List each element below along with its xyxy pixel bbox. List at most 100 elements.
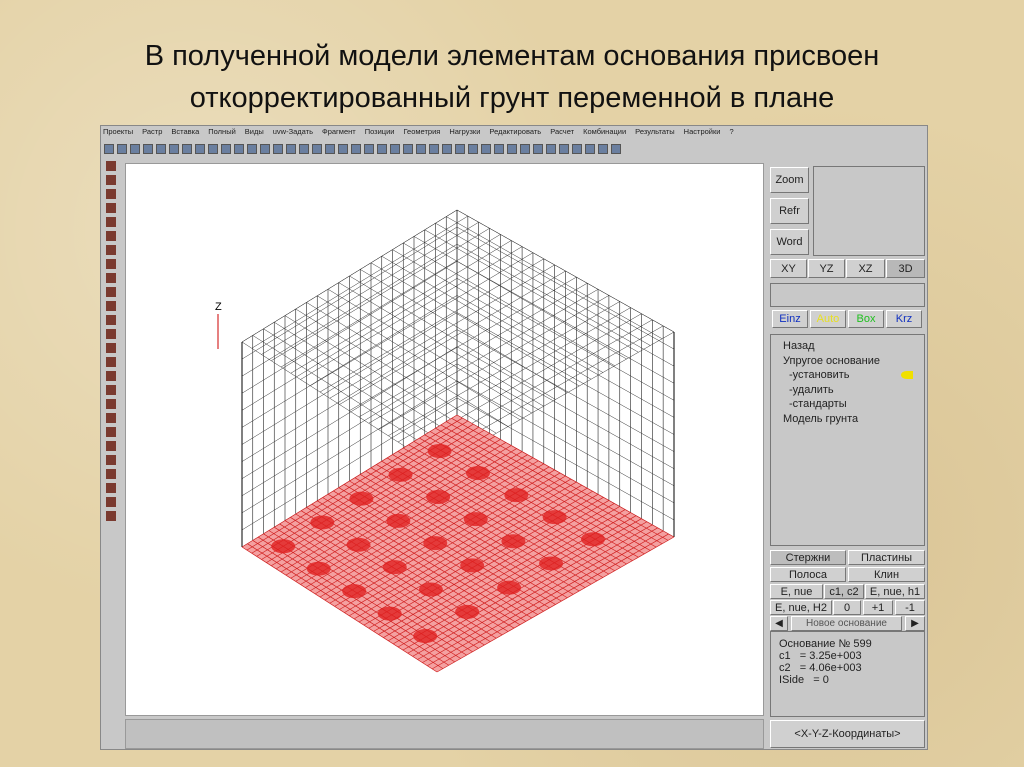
toolbar-icon[interactable] — [429, 144, 439, 154]
left-toolbar-icon[interactable] — [105, 357, 116, 367]
left-toolbar-icon[interactable] — [105, 343, 116, 353]
menu-item[interactable]: ? — [729, 127, 733, 139]
value-zero-field[interactable]: 0 — [833, 600, 861, 615]
left-toolbar-icon[interactable] — [105, 385, 116, 395]
left-toolbar-icon[interactable] — [105, 427, 116, 437]
view-yz-button[interactable]: YZ — [808, 259, 845, 278]
left-toolbar-icon[interactable] — [105, 329, 116, 339]
left-toolbar-icon[interactable] — [105, 287, 116, 297]
e-nue-h2-button[interactable]: E, nue, H2 — [770, 600, 832, 615]
zoom-button[interactable]: Zoom — [770, 167, 809, 193]
menu-item[interactable]: Вставка — [171, 127, 199, 139]
toolbar-icon[interactable] — [611, 144, 621, 154]
view-xy-button[interactable]: XY — [770, 259, 807, 278]
c1-c2-button[interactable]: c1, c2 — [824, 584, 864, 599]
left-toolbar-icon[interactable] — [105, 511, 116, 521]
toolbar-icon[interactable] — [455, 144, 465, 154]
toolbar-icon[interactable] — [247, 144, 257, 154]
toolbar-icon[interactable] — [325, 144, 335, 154]
toolbar-icon[interactable] — [338, 144, 348, 154]
view-3d-button[interactable]: 3D — [886, 259, 925, 278]
menu-install[interactable]: -установить — [783, 368, 913, 383]
model-canvas[interactable]: Z — [125, 163, 764, 716]
toolbar-icon[interactable] — [572, 144, 582, 154]
wedge-button[interactable]: Клин — [848, 567, 925, 582]
toolbar-icon[interactable] — [598, 144, 608, 154]
left-toolbar-icon[interactable] — [105, 483, 116, 493]
left-toolbar-icon[interactable] — [105, 469, 116, 479]
menu-item[interactable]: Фрагмент — [322, 127, 356, 139]
toolbar-icon[interactable] — [468, 144, 478, 154]
view-xz-button[interactable]: XZ — [846, 259, 885, 278]
menu-item[interactable]: Позиции — [365, 127, 395, 139]
toolbar-icon[interactable] — [559, 144, 569, 154]
toolbar-icon[interactable] — [585, 144, 595, 154]
left-toolbar-icon[interactable] — [105, 245, 116, 255]
plus-one-button[interactable]: +1 — [863, 600, 893, 615]
menu-item[interactable]: Расчет — [550, 127, 574, 139]
menu-elastic-base[interactable]: Упругое основание — [783, 354, 912, 369]
menu-item[interactable]: Виды — [245, 127, 264, 139]
left-toolbar-icon[interactable] — [105, 231, 116, 241]
toolbar-icon[interactable] — [312, 144, 322, 154]
left-toolbar-icon[interactable] — [105, 455, 116, 465]
toolbar-icon[interactable] — [520, 144, 530, 154]
toolbar-icon[interactable] — [416, 144, 426, 154]
toolbar-icon[interactable] — [390, 144, 400, 154]
menu-back[interactable]: Назад — [783, 339, 912, 354]
toolbar-icon[interactable] — [182, 144, 192, 154]
toolbar-icon[interactable] — [364, 144, 374, 154]
e-nue-h1-button[interactable]: E, nue, h1 — [865, 584, 925, 599]
left-toolbar-icon[interactable] — [105, 203, 116, 213]
mode-einz-button[interactable]: Einz — [772, 310, 808, 328]
toolbar-icon[interactable] — [442, 144, 452, 154]
menu-standards[interactable]: -стандарты — [783, 397, 912, 412]
toolbar-icon[interactable] — [195, 144, 205, 154]
left-toolbar-icon[interactable] — [105, 217, 116, 227]
rods-button[interactable]: Стержни — [770, 550, 846, 565]
menu-item[interactable]: Проекты — [103, 127, 133, 139]
strip-button[interactable]: Полоса — [770, 567, 846, 582]
toolbar-icon[interactable] — [377, 144, 387, 154]
mode-box-button[interactable]: Box — [848, 310, 884, 328]
menu-item[interactable]: Комбинации — [583, 127, 626, 139]
minus-one-button[interactable]: -1 — [895, 600, 925, 615]
refresh-button[interactable]: Refr — [770, 198, 809, 224]
toolbar-icon[interactable] — [351, 144, 361, 154]
toolbar-icon[interactable] — [507, 144, 517, 154]
mode-krz-button[interactable]: Krz — [886, 310, 922, 328]
plates-button[interactable]: Пластины — [848, 550, 925, 565]
left-toolbar-icon[interactable] — [105, 161, 116, 171]
left-toolbar-icon[interactable] — [105, 189, 116, 199]
toolbar-icon[interactable] — [208, 144, 218, 154]
left-toolbar-icon[interactable] — [105, 497, 116, 507]
toolbar-icon[interactable] — [260, 144, 270, 154]
menu-item[interactable]: Нагрузки — [449, 127, 480, 139]
toolbar-icon[interactable] — [169, 144, 179, 154]
toolbar-icon[interactable] — [117, 144, 127, 154]
left-toolbar-icon[interactable] — [105, 301, 116, 311]
toolbar-icon[interactable] — [156, 144, 166, 154]
toolbar-icon[interactable] — [494, 144, 504, 154]
left-toolbar-icon[interactable] — [105, 413, 116, 423]
menu-delete[interactable]: -удалить — [783, 383, 912, 398]
toolbar-icon[interactable] — [533, 144, 543, 154]
menu-item[interactable]: Результаты — [635, 127, 675, 139]
new-base-button[interactable]: Новое основание — [791, 616, 902, 631]
next-arrow-icon[interactable]: ▶ — [905, 616, 925, 631]
menu-item[interactable]: Геометрия — [403, 127, 440, 139]
prev-arrow-icon[interactable]: ◀ — [770, 616, 788, 631]
left-toolbar-icon[interactable] — [105, 399, 116, 409]
toolbar-icon[interactable] — [104, 144, 114, 154]
menu-item[interactable]: Полный — [208, 127, 236, 139]
toolbar-icon[interactable] — [273, 144, 283, 154]
left-toolbar-icon[interactable] — [105, 315, 116, 325]
menu-soil-model[interactable]: Модель грунта — [783, 412, 912, 427]
toolbar-icon[interactable] — [403, 144, 413, 154]
left-toolbar-icon[interactable] — [105, 259, 116, 269]
menu-item[interactable]: Редактировать — [489, 127, 541, 139]
mode-auto-button[interactable]: Auto — [810, 310, 846, 328]
left-toolbar-icon[interactable] — [105, 273, 116, 283]
menu-item[interactable]: Настройки — [684, 127, 721, 139]
toolbar-icon[interactable] — [130, 144, 140, 154]
